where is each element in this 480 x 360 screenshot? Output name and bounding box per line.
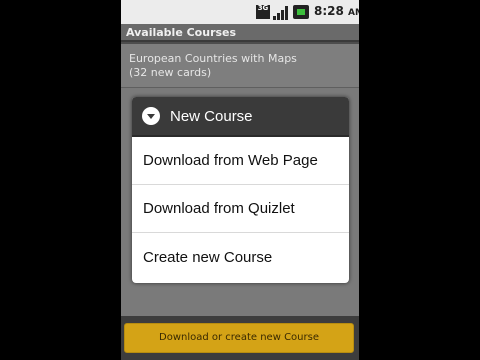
status-time: 8:28 AM [314, 4, 359, 18]
battery-icon [293, 5, 309, 19]
bottom-bar: Download or create new Course [121, 316, 359, 360]
status-bar: 3G 8:28 AM [121, 0, 359, 25]
menu-item-label: Download from Quizlet [143, 200, 295, 217]
menu-item-download-quizlet[interactable]: Download from Quizlet [132, 185, 349, 233]
menu-item-label: Create new Course [143, 248, 273, 266]
dialog-header: New Course [132, 97, 349, 137]
bottom-button-label: Download or create new Course [159, 332, 319, 343]
status-time-value: 8:28 [314, 4, 344, 18]
dialog-title: New Course [170, 107, 253, 125]
signal-strength-icon [273, 5, 289, 20]
menu-item-label: Download from Web Page [143, 152, 318, 169]
status-time-ampm: AM [348, 8, 359, 18]
list-item[interactable]: European Countries with Maps (32 new car… [121, 44, 359, 88]
app-title: Available Courses [126, 26, 237, 39]
course-title: European Countries with Maps [129, 52, 297, 65]
course-subtitle: (32 new cards) [129, 66, 212, 79]
network-label: 3G [257, 4, 269, 12]
menu-item-download-web-page[interactable]: Download from Web Page [132, 137, 349, 185]
download-or-create-course-button[interactable]: Download or create new Course [124, 323, 354, 353]
new-course-dialog: New Course Download from Web Page Downlo… [132, 97, 349, 283]
network-3g-icon: 3G [256, 5, 270, 19]
chevron-down-icon [142, 107, 160, 125]
menu-item-create-new-course[interactable]: Create new Course [132, 233, 349, 281]
app-title-bar: Available Courses [121, 24, 359, 42]
